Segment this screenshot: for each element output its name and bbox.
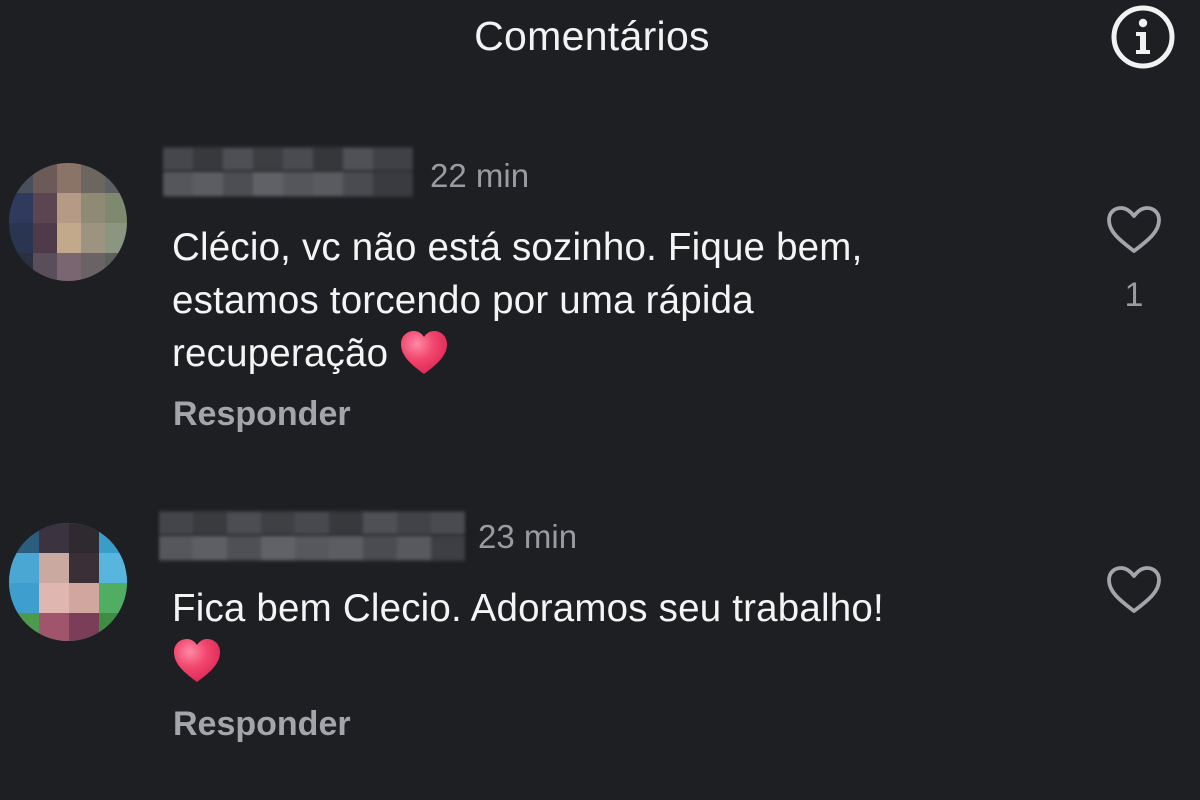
- red-heart-emoji: [172, 638, 222, 684]
- username-blurred[interactable]: [163, 146, 413, 198]
- username-blurred[interactable]: [159, 510, 465, 562]
- heart-outline-icon[interactable]: [1104, 204, 1164, 256]
- info-icon[interactable]: [1110, 4, 1176, 70]
- header: Comentários: [0, 0, 1200, 80]
- red-heart-emoji: [399, 330, 449, 376]
- avatar[interactable]: [9, 163, 127, 281]
- reply-button[interactable]: Responder: [173, 705, 351, 744]
- comment-timestamp: 23 min: [478, 518, 578, 555]
- heart-outline-icon[interactable]: [1104, 564, 1164, 616]
- avatar[interactable]: [9, 523, 127, 641]
- reply-button[interactable]: Responder: [173, 395, 351, 434]
- comment-text: Fica bem Clecio. Adoramos seu trabalho!: [172, 582, 884, 688]
- comment-text: Clécio, vc não está sozinho. Fique bem, …: [172, 221, 862, 380]
- comment-body: Clécio, vc não está sozinho. Fique bem, …: [172, 226, 863, 375]
- like-count: 1: [1124, 276, 1144, 314]
- page-title: Comentários: [474, 13, 710, 59]
- comment-body: Fica bem Clecio. Adoramos seu trabalho!: [172, 587, 884, 630]
- comment-timestamp: 22 min: [430, 157, 530, 194]
